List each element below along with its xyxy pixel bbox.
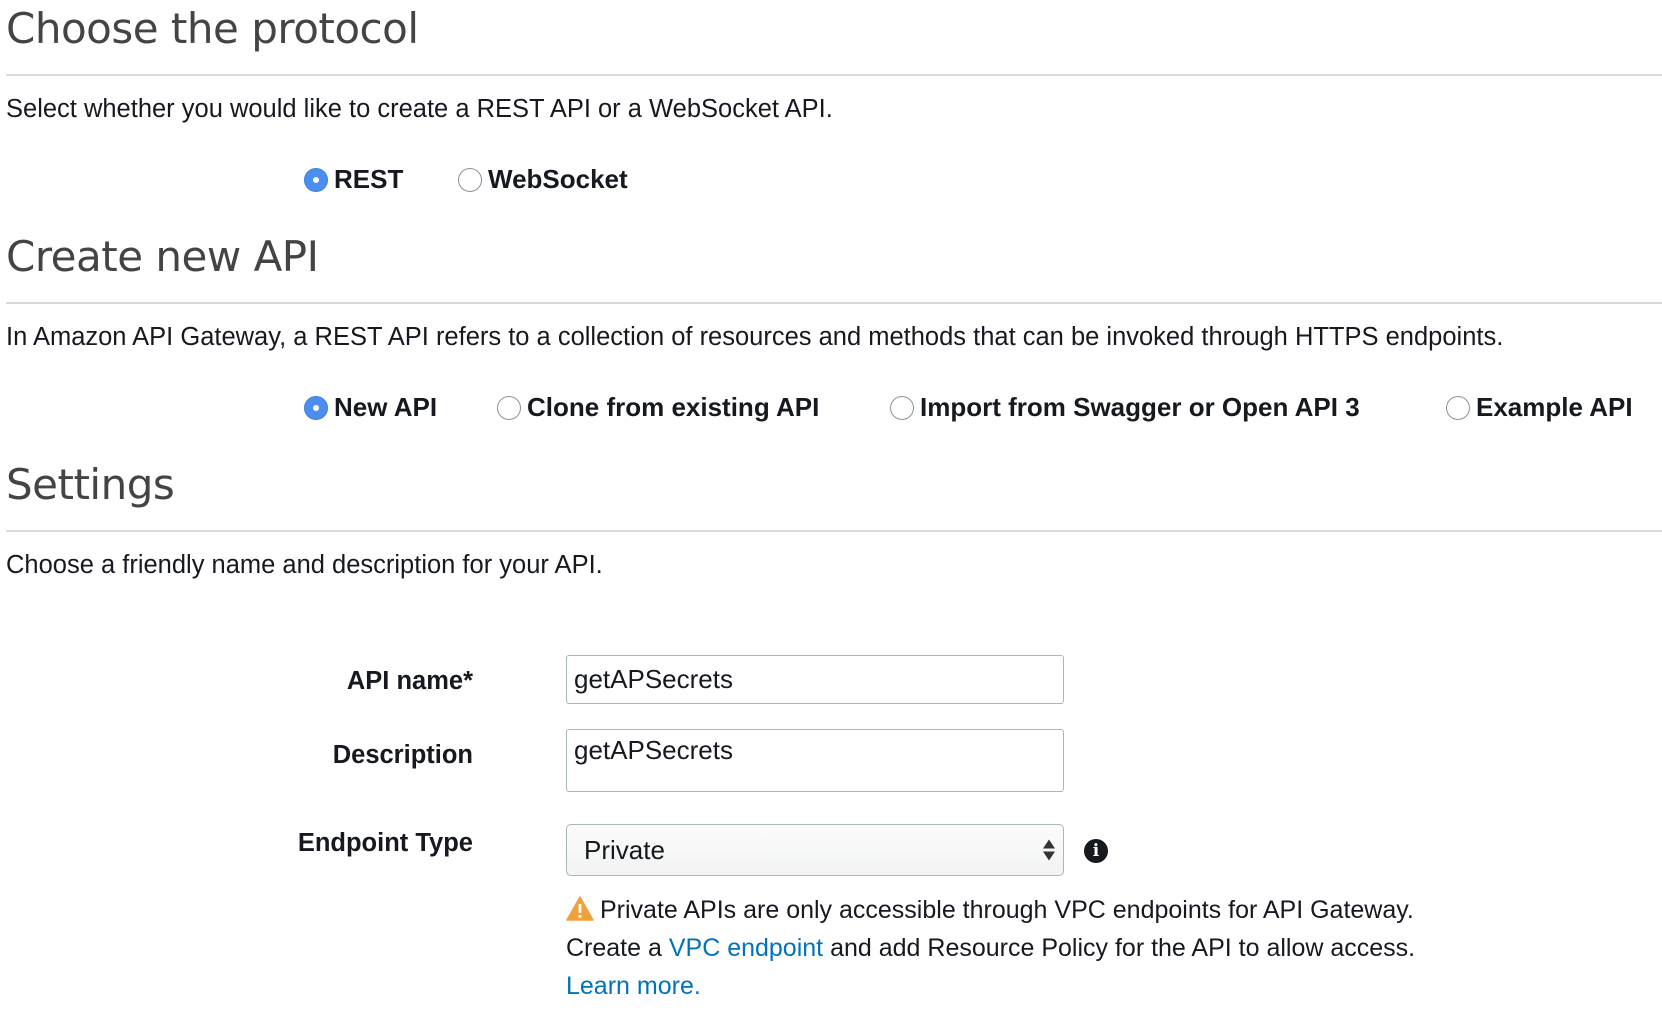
- radio-import-swagger-label: Import from Swagger or Open API 3: [920, 392, 1360, 422]
- create-api-description: In Amazon API Gateway, a REST API refers…: [6, 323, 1504, 351]
- warning-icon: [566, 896, 594, 921]
- radio-websocket[interactable]: WebSocket: [458, 164, 628, 195]
- radio-websocket-label: WebSocket: [488, 164, 628, 194]
- select-arrows-icon: [1043, 839, 1055, 861]
- description-textarea[interactable]: getAPSecrets: [566, 729, 1064, 792]
- radio-new-api-indicator[interactable]: [304, 395, 328, 420]
- api-name-label: API name*: [346, 667, 473, 695]
- protocol-heading: Choose the protocol: [6, 4, 419, 53]
- radio-example-api[interactable]: Example API: [1446, 392, 1633, 423]
- radio-rest-indicator[interactable]: [304, 167, 328, 192]
- settings-divider: [6, 530, 1662, 532]
- protocol-description: Select whether you would like to create …: [6, 95, 833, 123]
- endpoint-type-select[interactable]: Private: [566, 824, 1064, 876]
- info-icon[interactable]: i: [1084, 839, 1108, 863]
- warning-text: Private APIs are only accessible through…: [600, 896, 1414, 924]
- settings-heading: Settings: [6, 460, 175, 509]
- radio-import-swagger-indicator[interactable]: [890, 395, 914, 420]
- radio-example-api-label: Example API: [1476, 392, 1633, 422]
- radio-rest[interactable]: REST: [304, 164, 403, 195]
- radio-clone-api-label: Clone from existing API: [527, 392, 820, 422]
- api-name-input[interactable]: [566, 655, 1064, 704]
- radio-websocket-indicator[interactable]: [458, 167, 482, 192]
- radio-clone-api[interactable]: Clone from existing API: [497, 392, 819, 423]
- vpc-endpoint-link[interactable]: VPC endpoint: [669, 934, 823, 962]
- warning-prefix: Create a: [566, 934, 662, 962]
- protocol-divider: [6, 74, 1662, 76]
- radio-rest-label: REST: [334, 164, 404, 194]
- endpoint-type-value: Private: [584, 834, 665, 865]
- create-api-heading: Create new API: [6, 232, 319, 281]
- warning-line-2: Create a VPC endpoint and add Resource P…: [566, 934, 1415, 963]
- radio-clone-api-indicator[interactable]: [497, 395, 521, 420]
- radio-import-swagger[interactable]: Import from Swagger or Open API 3: [890, 392, 1360, 423]
- create-api-divider: [6, 302, 1662, 304]
- radio-new-api-label: New API: [334, 392, 438, 422]
- settings-description: Choose a friendly name and description f…: [6, 551, 603, 579]
- radio-new-api[interactable]: New API: [304, 392, 437, 423]
- create-api-page: Choose the protocol Select whether you w…: [0, 0, 1662, 1032]
- learn-more-line: Learn more.: [566, 972, 701, 1001]
- learn-more-link[interactable]: Learn more.: [566, 972, 701, 1000]
- endpoint-type-label: Endpoint Type: [297, 829, 473, 857]
- warning-line-1: Private APIs are only accessible through…: [566, 896, 1414, 925]
- warning-suffix: and add Resource Policy for the API to a…: [830, 934, 1416, 962]
- radio-example-api-indicator[interactable]: [1446, 395, 1470, 420]
- description-label: Description: [332, 741, 473, 769]
